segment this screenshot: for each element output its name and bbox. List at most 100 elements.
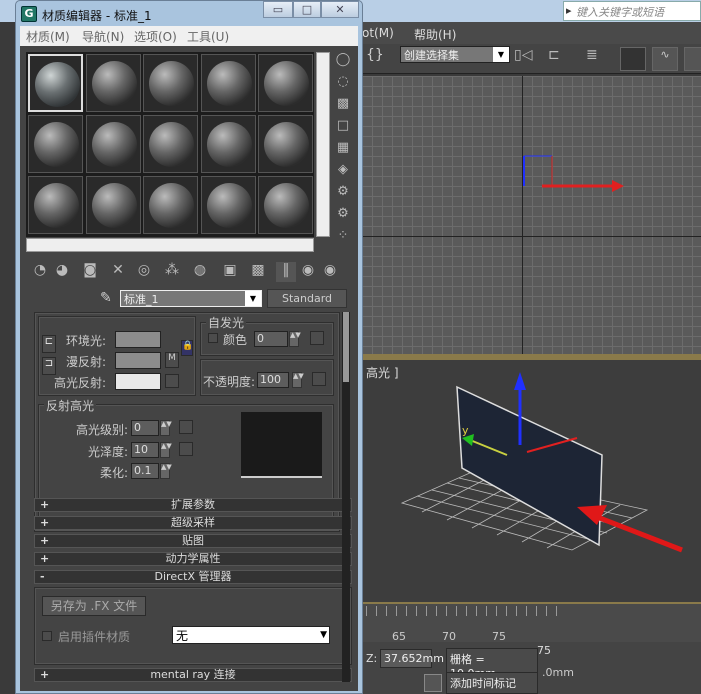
plugin-material-dropdown[interactable]: 无 ▼ (172, 626, 330, 644)
material-slot[interactable] (200, 54, 256, 112)
show-map-icon[interactable]: ▩ (248, 262, 268, 282)
diffuse-map-button[interactable]: M (165, 352, 179, 368)
add-time-tag-button[interactable]: 添加时间标记 (446, 672, 538, 694)
lock-diffuse-specular-button[interactable]: ⊐ (42, 357, 56, 375)
self-illum-spinner[interactable]: ▲▼ (289, 331, 301, 347)
close-button[interactable]: ✕ (321, 1, 359, 18)
opacity-map-button[interactable] (312, 372, 326, 386)
rollout-header[interactable]: + 扩展参数 (34, 498, 352, 512)
layer-manager-icon[interactable]: ≣ (586, 47, 612, 71)
options-icon[interactable]: ⚙ (334, 184, 352, 202)
rollout-header[interactable]: + 动力学属性 (34, 552, 352, 566)
edit-named-selection-icon[interactable]: {} (366, 47, 392, 71)
sample-type-icon[interactable]: ◯ (334, 52, 352, 70)
search-input[interactable]: 键入关键字或短语 (563, 1, 701, 21)
specular-map-button[interactable] (165, 374, 179, 388)
z-coordinate-field[interactable]: 37.652mm (380, 649, 444, 668)
material-slot[interactable] (258, 176, 313, 234)
glossiness-map-button[interactable] (179, 442, 193, 456)
viewport-top[interactable] (362, 76, 701, 354)
scene-explorer-icon[interactable] (620, 47, 646, 71)
specular-color-swatch[interactable] (115, 373, 161, 390)
soften-spinner[interactable]: ▲▼ (160, 463, 172, 479)
put-to-scene-icon[interactable]: ◕ (52, 262, 72, 282)
rollout-header[interactable]: - DirectX 管理器 (34, 570, 352, 584)
ambient-color-swatch[interactable] (115, 331, 161, 348)
glossiness-spinner[interactable]: ▲▼ (160, 442, 172, 458)
curve-editor-icon[interactable]: ∿ (652, 47, 678, 71)
make-copy-icon[interactable]: ◎ (134, 262, 154, 282)
lock-ambient-diffuse-button[interactable]: ⊏ (42, 335, 56, 353)
panel-scrollbar[interactable] (342, 312, 350, 682)
opacity-value-field[interactable]: 100 (257, 372, 289, 388)
viewport-perspective[interactable]: y (362, 360, 701, 602)
specular-level-spinner[interactable]: ▲▼ (160, 420, 172, 436)
material-slot[interactable] (200, 115, 256, 173)
named-selection-dropdown[interactable]: 创建选择集 ▼ (400, 46, 510, 63)
material-id-channel-icon[interactable]: ▣ (220, 262, 240, 282)
time-tag-icon[interactable] (424, 674, 442, 692)
slots-horizontal-scrollbar[interactable] (26, 238, 314, 252)
self-illum-map-button[interactable] (310, 331, 324, 345)
put-to-library-icon[interactable]: ◍ (190, 262, 210, 282)
mirror-icon[interactable]: ▯◁ (514, 47, 540, 71)
material-name-dropdown[interactable]: 标准_1 ▼ (120, 290, 262, 307)
material-slot[interactable] (28, 54, 83, 112)
go-to-parent-icon[interactable]: ◉ (298, 262, 318, 282)
self-illum-color-checkbox[interactable] (208, 333, 218, 343)
material-slot[interactable] (258, 54, 313, 112)
material-slot[interactable] (143, 176, 198, 234)
opacity-spinner[interactable]: ▲▼ (292, 372, 304, 388)
eyedropper-icon[interactable]: ✎ (100, 290, 112, 306)
maximize-button[interactable]: □ (293, 1, 321, 18)
menu-navigation[interactable]: 导航(N) (82, 28, 124, 45)
delete-icon[interactable]: ✕ (108, 262, 128, 282)
material-slot[interactable] (85, 115, 141, 173)
menu-options[interactable]: 选项(O) (134, 28, 177, 45)
material-type-button[interactable]: Standard (267, 289, 347, 308)
menu-item-maxscript[interactable]: ot(M) (362, 26, 394, 40)
background-icon[interactable]: ▩ (334, 96, 352, 114)
slots-vertical-scrollbar[interactable] (316, 52, 330, 237)
diffuse-color-swatch[interactable] (115, 352, 161, 369)
material-slot[interactable] (85, 54, 141, 112)
get-material-icon[interactable]: ◔ (30, 262, 50, 282)
material-slot[interactable] (143, 54, 198, 112)
minimize-button[interactable]: ▭ (263, 1, 293, 18)
uv-tiling-icon[interactable]: □ (334, 118, 352, 136)
specular-level-map-button[interactable] (179, 420, 193, 434)
rollout-mental-ray[interactable]: + mental ray 连接 (34, 668, 352, 682)
menu-tools[interactable]: 工具(U) (187, 28, 229, 45)
viewport-label[interactable]: 高光 ] (366, 364, 399, 381)
self-illum-value-field[interactable]: 0 (254, 331, 288, 347)
menu-item-help[interactable]: 帮助(H) (414, 26, 456, 43)
menu-material[interactable]: 材质(M) (26, 28, 70, 45)
material-navigator-icon[interactable]: ⁘ (334, 228, 352, 246)
show-end-result-icon[interactable]: ‖ (276, 262, 296, 282)
scrollbar-thumb[interactable] (343, 312, 349, 382)
rollout-header[interactable]: + 超级采样 (34, 516, 352, 530)
material-slot[interactable] (28, 115, 83, 173)
glossiness-field[interactable]: 10 (131, 442, 159, 458)
save-fx-button[interactable]: 另存为 .FX 文件 (42, 596, 146, 616)
rollout-header[interactable]: + 贴图 (34, 534, 352, 548)
backlight-icon[interactable]: ◌ (334, 74, 352, 92)
time-ruler[interactable]: 65 70 75 (362, 602, 701, 643)
enable-plugin-checkbox[interactable] (42, 631, 52, 641)
assign-to-selection-icon[interactable]: ◙ (80, 262, 100, 282)
video-color-check-icon[interactable]: ▦ (334, 140, 352, 158)
make-preview-icon[interactable]: ◈ (334, 162, 352, 180)
material-slot[interactable] (200, 176, 256, 234)
schematic-view-icon[interactable] (684, 47, 701, 71)
select-by-material-icon[interactable]: ⚙ (334, 206, 352, 224)
go-forward-sibling-icon[interactable]: ◉ (320, 262, 340, 282)
material-slot[interactable] (28, 176, 83, 234)
make-unique-icon[interactable]: ⁂ (162, 262, 182, 282)
material-slot[interactable] (85, 176, 141, 234)
soften-field[interactable]: 0.1 (131, 463, 159, 479)
specular-level-field[interactable]: 0 (131, 420, 159, 436)
lock-icon[interactable]: 🔒 (181, 340, 193, 356)
align-icon[interactable]: ⊏ (548, 47, 574, 71)
material-slot[interactable] (258, 115, 313, 173)
material-slot[interactable] (143, 115, 198, 173)
